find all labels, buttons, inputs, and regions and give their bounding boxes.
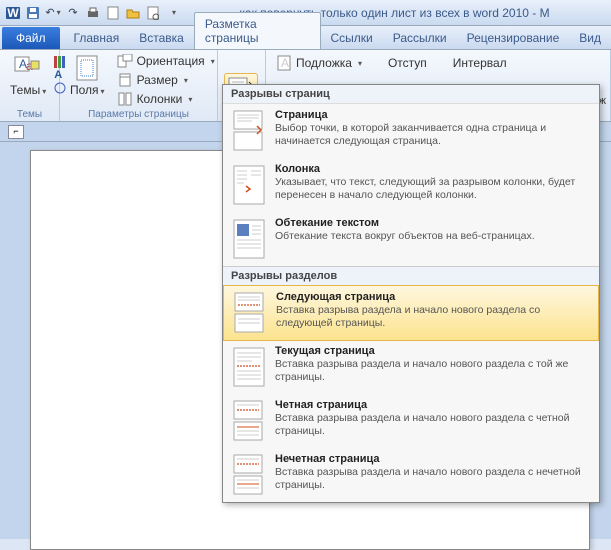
dropdown-item-title: Колонка [275, 163, 591, 175]
dropdown-item-desc: Вставка разрыва раздела и начало нового … [275, 412, 591, 438]
group-page-setup: Поля▾ Ориентация▾ Размер▾ Колонки▾ Парам… [60, 50, 218, 121]
dropdown-item-desc: Вставка разрыва раздела и начало нового … [276, 304, 590, 330]
indent-label: Отступ [384, 54, 431, 72]
dropdown-item-text-wrap[interactable]: Обтекание текстомОбтекание текста вокруг… [223, 212, 599, 266]
themes-icon: Aa [12, 54, 44, 82]
save-icon[interactable] [24, 4, 42, 22]
columns-button[interactable]: Колонки▾ [113, 90, 219, 108]
undo-icon[interactable]: ↶▾ [44, 4, 62, 22]
size-button[interactable]: Размер▾ [113, 71, 219, 89]
watermark-button[interactable]: AПодложка▾ [272, 54, 366, 72]
size-icon [117, 72, 133, 88]
watermark-label: Подложка [296, 56, 352, 70]
dropdown-item-title: Страница [275, 109, 591, 121]
page-break-icon [231, 109, 267, 153]
orientation-label: Ориентация [137, 54, 205, 68]
dropdown-item-desc: Указывает, что текст, следующий за разры… [275, 176, 591, 202]
next-page-icon [232, 291, 268, 335]
dropdown-section-page-breaks: Разрывы страниц [223, 85, 599, 104]
text-wrap-icon [231, 217, 267, 261]
size-label: Размер [137, 73, 178, 87]
dropdown-item-title: Обтекание текстом [275, 217, 591, 229]
dropdown-item-even-page[interactable]: Четная страницаВставка разрыва раздела и… [223, 394, 599, 448]
tab-home[interactable]: Главная [64, 27, 130, 49]
tab-insert[interactable]: Вставка [129, 27, 194, 49]
preview-icon[interactable] [144, 4, 162, 22]
columns-label: Колонки [137, 92, 183, 106]
dropdown-item-desc: Вставка разрыва раздела и начало нового … [275, 358, 591, 384]
themes-label: Темы [10, 83, 40, 97]
even-page-icon [231, 399, 267, 443]
dropdown-item-page[interactable]: СтраницаВыбор точки, в которой заканчива… [223, 104, 599, 158]
spacing-label: Интервал [449, 54, 511, 72]
margins-icon [71, 54, 103, 82]
dropdown-item-desc: Выбор точки, в которой заканчивается одн… [275, 122, 591, 148]
dropdown-item-next-page[interactable]: Следующая страницаВставка разрыва раздел… [223, 285, 599, 341]
group-themes: Aa Темы▾ A Темы [0, 50, 60, 121]
dropdown-item-title: Четная страница [275, 399, 591, 411]
tab-page-layout[interactable]: Разметка страницы [194, 12, 321, 49]
tab-review[interactable]: Рецензирование [457, 27, 570, 49]
svg-text:A: A [281, 56, 289, 70]
group-page-setup-label: Параметры страницы [60, 109, 217, 120]
file-tab[interactable]: Файл [2, 27, 60, 49]
dropdown-section-section-breaks: Разрывы разделов [223, 266, 599, 286]
dropdown-item-title: Текущая страница [275, 345, 591, 357]
margins-label: Поля [70, 83, 99, 97]
svg-text:W: W [7, 6, 19, 20]
tab-mailings[interactable]: Рассылки [383, 27, 457, 49]
quick-access-toolbar: W ↶▾ ↷ ▾ [4, 4, 182, 22]
word-icon[interactable]: W [4, 4, 22, 22]
dropdown-item-column[interactable]: КолонкаУказывает, что текст, следующий з… [223, 158, 599, 212]
open-icon[interactable] [124, 4, 142, 22]
tab-references[interactable]: Ссылки [321, 27, 383, 49]
columns-icon [117, 91, 133, 107]
column-break-icon [231, 163, 267, 207]
breaks-dropdown: Разрывы страниц СтраницаВыбор точки, в к… [222, 84, 600, 503]
dropdown-item-continuous[interactable]: Текущая страницаВставка разрыва раздела … [223, 340, 599, 394]
odd-page-icon [231, 453, 267, 497]
ribbon-tabs: Файл Главная Вставка Разметка страницы С… [0, 26, 611, 50]
dropdown-item-title: Нечетная страница [275, 453, 591, 465]
continuous-icon [231, 345, 267, 389]
ruler-corner[interactable]: ⌐ [8, 125, 24, 139]
dropdown-item-odd-page[interactable]: Нечетная страницаВставка разрыва раздела… [223, 448, 599, 502]
new-icon[interactable] [104, 4, 122, 22]
orientation-icon [117, 53, 133, 69]
redo-icon[interactable]: ↷ [64, 4, 82, 22]
dropdown-item-title: Следующая страница [276, 291, 590, 303]
tab-view[interactable]: Вид [569, 27, 611, 49]
orientation-button[interactable]: Ориентация▾ [113, 52, 219, 70]
group-themes-label: Темы [0, 109, 59, 120]
watermark-icon: A [276, 55, 292, 71]
dropdown-item-desc: Обтекание текста вокруг объектов на веб-… [275, 230, 591, 243]
dropdown-item-desc: Вставка разрыва раздела и начало нового … [275, 466, 591, 492]
print-icon[interactable] [84, 4, 102, 22]
more-icon[interactable]: ▾ [164, 4, 182, 22]
